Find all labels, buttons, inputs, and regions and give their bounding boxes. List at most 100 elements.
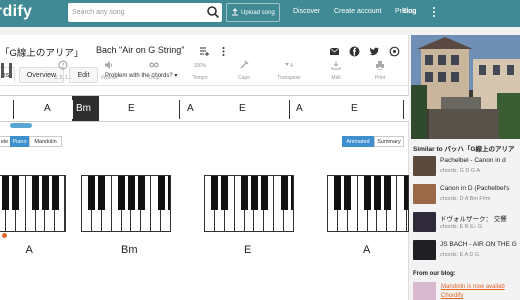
nav-create-account[interactable]: Create account (334, 8, 381, 15)
piano-chord-name: Bm (121, 244, 138, 256)
player-toolbar: 3, 2, 1... Volume Loop 100% Tempo Capo A… (0, 59, 409, 87)
similar-song-thumbnail (413, 240, 436, 260)
similar-songs-heading: Similar to バッハ「G線上のアリア (413, 146, 515, 153)
tempo-value: 100% (193, 63, 207, 69)
twitter-share-icon[interactable] (369, 44, 380, 56)
piano-black-key (403, 176, 408, 210)
volume-label: Volume (100, 75, 118, 81)
upload-icon (231, 7, 239, 18)
video-thumbnail (411, 35, 520, 139)
more-menu-icon[interactable] (431, 6, 437, 19)
midi-button[interactable]: Midi (318, 59, 354, 87)
blog-post-link[interactable]: Mandolin is now availab (441, 284, 505, 290)
print-icon (376, 61, 384, 70)
search-input[interactable] (72, 5, 200, 20)
upload-song-button[interactable]: Upload song (226, 3, 280, 22)
piano-black-key (290, 176, 293, 210)
piano-black-key (157, 176, 165, 210)
similar-song-item[interactable]: Canon in D (Pachelbel's chords: D A Bm F… (413, 184, 520, 204)
bar-line (13, 100, 14, 119)
piano-black-key (2, 176, 10, 210)
instrument-guitar[interactable]: ele (0, 136, 10, 147)
song-title: 「G線上のアリア」 (0, 48, 84, 59)
similar-song-chords: chords: D A Bm F#m (440, 196, 491, 202)
timeline-chord[interactable]: A (296, 103, 303, 114)
search-icon[interactable] (206, 5, 220, 19)
similar-song-item[interactable]: JS BACH - AIR ON THE G chords: E A D G (413, 240, 520, 260)
top-navigation-bar: rdify Upload song Discover Create accoun… (0, 0, 520, 27)
svg-text:A: A (290, 63, 294, 69)
loop-button[interactable]: Loop (136, 59, 172, 87)
transpose-button[interactable]: A Transpose (271, 59, 307, 87)
similar-song-thumbnail (413, 212, 436, 232)
piano-chord-diagram (204, 175, 294, 232)
piano-chord-diagram (327, 175, 409, 232)
piano-black-key (251, 176, 258, 210)
bar-line (72, 100, 73, 119)
more-options-icon[interactable] (218, 44, 229, 56)
search-box (68, 3, 222, 22)
tempo-button[interactable]: 100% Tempo (182, 59, 218, 87)
volume-button[interactable]: Volume (91, 59, 127, 87)
piano-black-key (334, 176, 342, 210)
countoff-icon (58, 60, 68, 70)
capo-button[interactable]: Capo (226, 59, 262, 87)
piano-black-key (211, 176, 219, 210)
song-artist: Bach "Air on G String" (96, 45, 185, 55)
piano-black-key (241, 176, 249, 210)
countoff-button[interactable]: 3, 2, 1... (45, 59, 81, 87)
piano-black-key (51, 176, 59, 210)
similar-song-title: ドヴォルザーク： 交響 (440, 216, 507, 223)
timeline-chord[interactable]: E (239, 103, 246, 114)
countoff-label: 3, 2, 1... (53, 75, 73, 81)
whatsapp-share-icon[interactable] (389, 44, 400, 57)
midi-label: Midi (331, 75, 341, 81)
played-note-marker (2, 233, 7, 238)
chord-timeline[interactable]: A Bm E A E A E (0, 95, 409, 122)
piano-black-key (383, 176, 391, 210)
print-button[interactable]: Print (362, 59, 398, 87)
piano-black-key (280, 176, 288, 210)
blog-heading: From our blog: (413, 271, 456, 277)
similar-song-chords: chords: G D G A (440, 168, 481, 174)
instrument-piano[interactable]: Piano (10, 136, 29, 147)
piano-black-key (42, 176, 49, 210)
view-animated[interactable]: Animated (342, 136, 374, 147)
loop-icon (149, 62, 159, 68)
facebook-share-icon[interactable] (349, 44, 360, 57)
piano-chord-name: A (25, 244, 33, 256)
chordify-logo[interactable]: rdify (0, 3, 32, 21)
timeline-chord[interactable]: A (44, 103, 51, 114)
email-share-icon[interactable] (329, 44, 340, 55)
tempo-label: Tempo (192, 75, 208, 81)
blog-post-link-source[interactable]: Chordify (441, 293, 463, 299)
timeline-chord[interactable]: E (351, 103, 358, 114)
app-root: rdify Upload song Discover Create accoun… (0, 0, 520, 300)
similar-song-thumbnail (413, 156, 436, 176)
nav-discover[interactable]: Discover (293, 8, 320, 15)
similar-song-item[interactable]: Pachelbel - Canon in d chords: G D G A (413, 156, 520, 176)
timeline-chord[interactable]: A (187, 103, 194, 114)
timeline-current-chord[interactable]: Bm (76, 103, 91, 114)
loop-label: Loop (148, 75, 160, 81)
similar-song-chords: chords: E B E♭ G (440, 224, 483, 230)
piano-black-key (221, 176, 229, 210)
similar-song-item[interactable]: ドヴォルザーク： 交響 chords: E B E♭ G (413, 212, 520, 232)
piano-black-key (374, 176, 381, 210)
piano-black-key (118, 176, 126, 210)
timeline-chord[interactable]: E (128, 103, 135, 114)
piano-white-key (65, 176, 66, 232)
piano-chord-diagram (81, 175, 171, 232)
piano-black-key (137, 176, 145, 210)
piano-black-key (32, 176, 40, 210)
playlist-add-icon[interactable] (199, 44, 210, 56)
capo-label: Capo (238, 75, 250, 81)
nav-blog[interactable]: Blog (402, 8, 416, 15)
piano-black-key (167, 176, 170, 210)
video-player[interactable] (411, 35, 520, 139)
instrument-mandolin[interactable]: Mandolin (29, 136, 62, 147)
blog-thumbnail[interactable] (413, 282, 436, 300)
view-summary[interactable]: Summary (374, 136, 404, 147)
print-label: Print (374, 75, 386, 81)
playback-progress-handle[interactable] (10, 123, 32, 128)
